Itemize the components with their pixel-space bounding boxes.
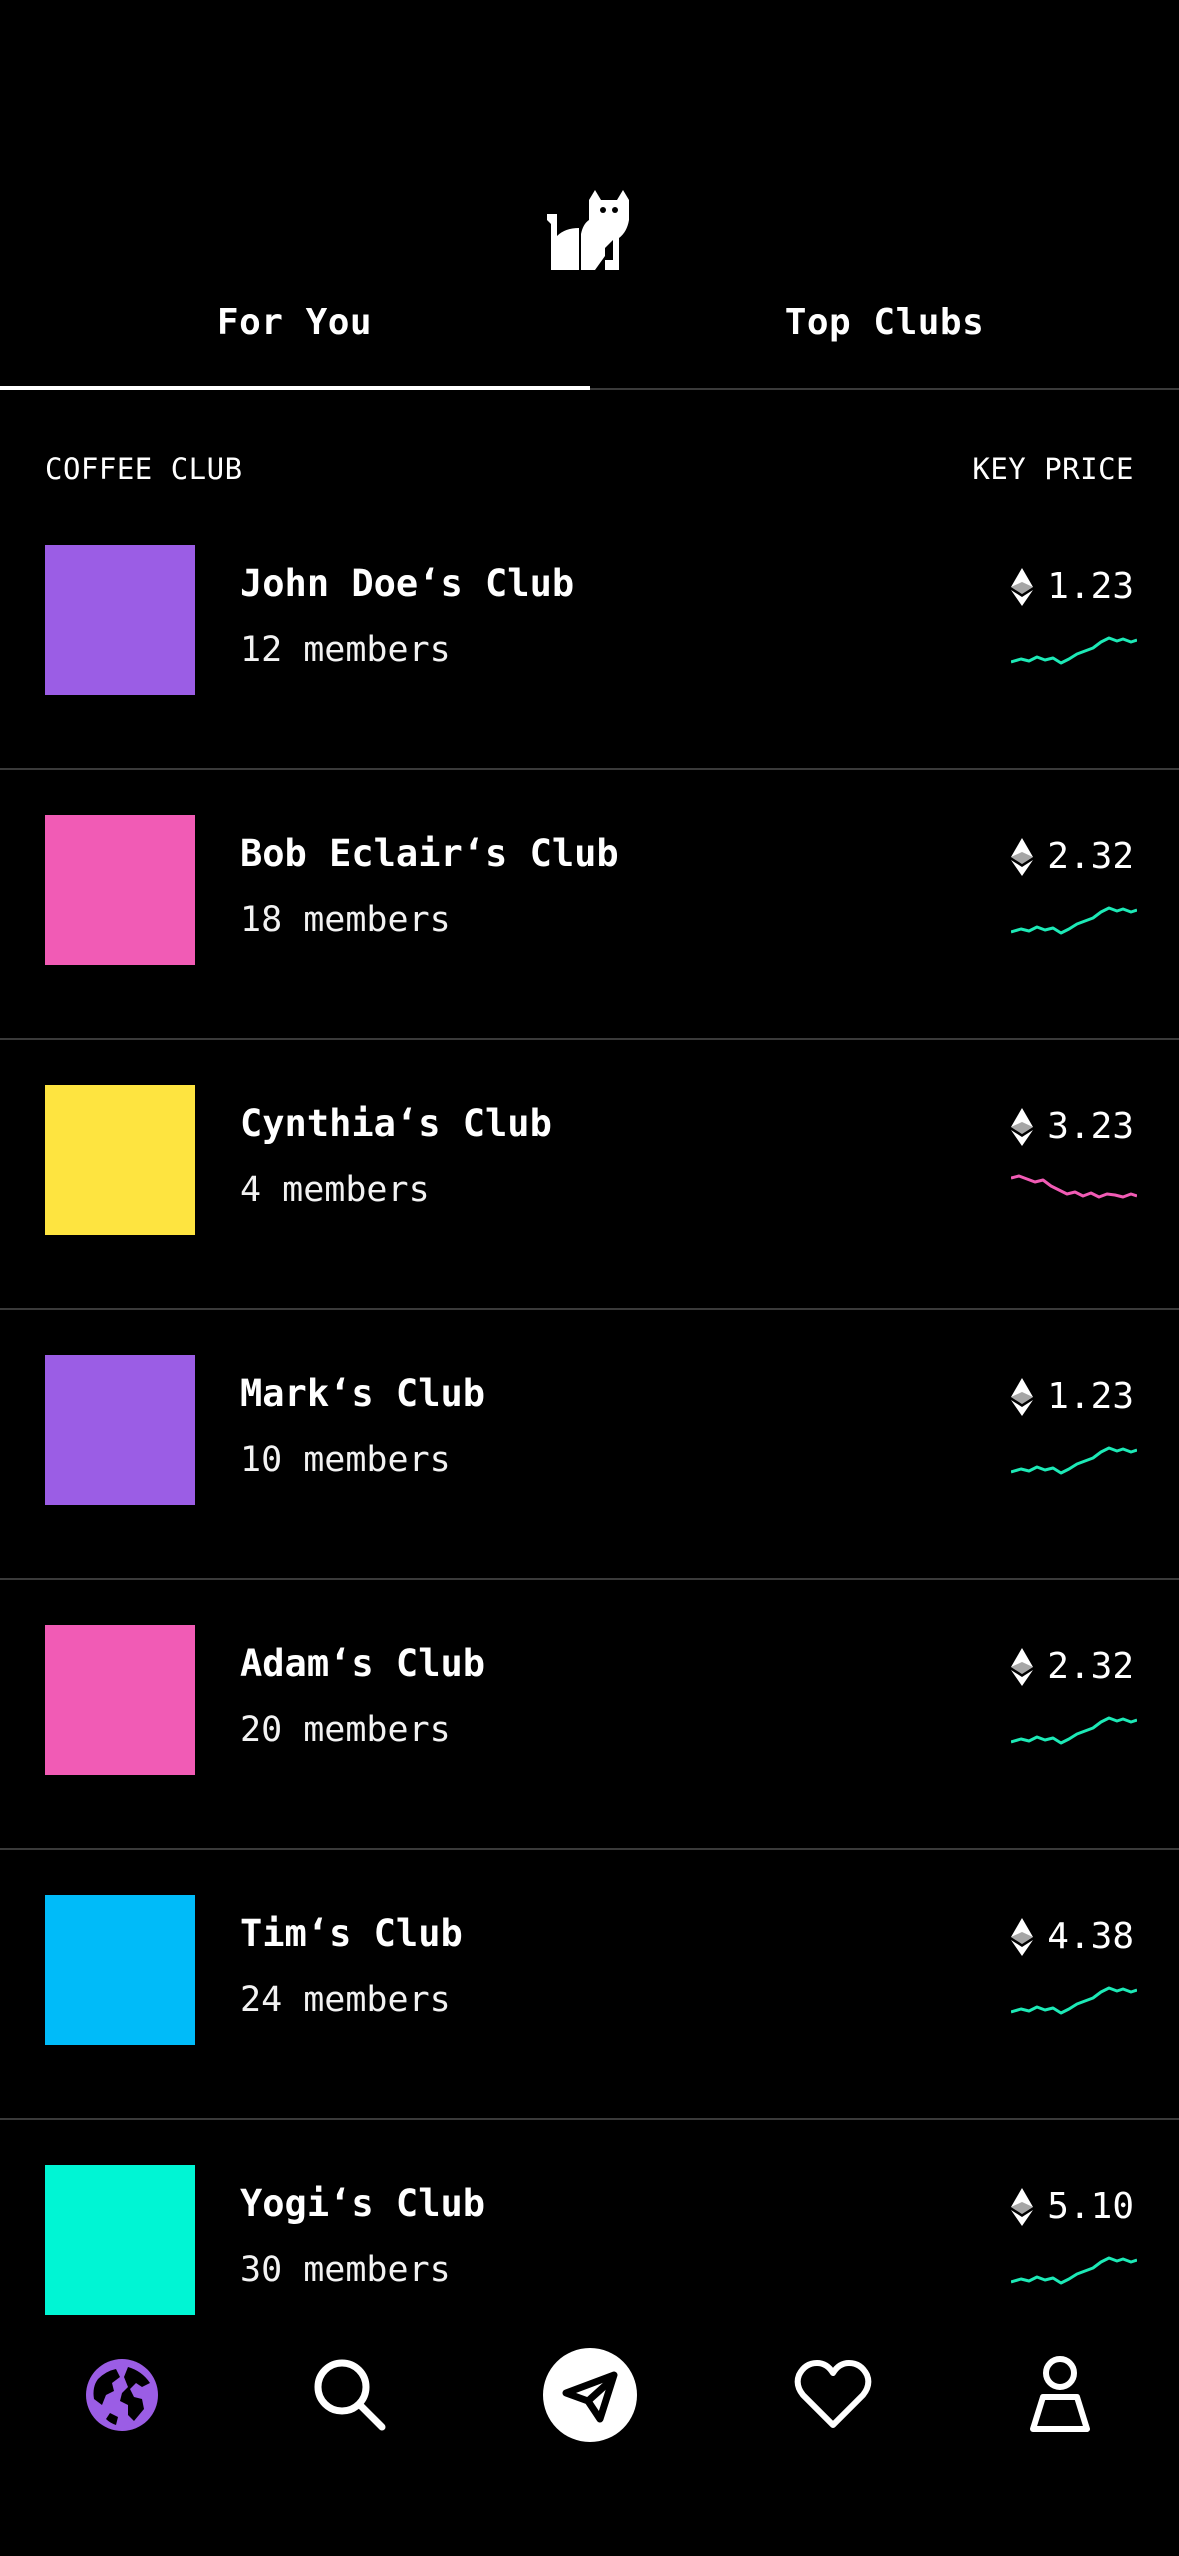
key-price-value: 3.23: [1047, 1106, 1134, 1147]
key-price-value: 2.32: [1047, 1646, 1134, 1687]
club-name: John Doe‘s Club: [240, 562, 575, 605]
ethereum-icon: [1011, 1647, 1034, 1686]
price-sparkline: [1011, 636, 1137, 665]
club-list: John Doe‘s Club 12 members 1.23 Bob Ecla…: [0, 500, 1179, 2315]
sparkline-path: [1011, 906, 1137, 935]
sparkline-path: [1011, 2256, 1137, 2285]
sparkline-path: [1011, 1174, 1137, 1199]
club-name: Cynthia‘s Club: [240, 1102, 552, 1145]
club-avatar: [45, 1085, 195, 1235]
club-members: 30 members: [240, 2250, 451, 2290]
bottom-nav: [0, 2315, 1179, 2556]
club-row[interactable]: Mark‘s Club 10 members 1.23: [0, 1310, 1179, 1580]
club-avatar: [45, 815, 195, 965]
cat-logo-icon: [547, 190, 629, 270]
club-members: 10 members: [240, 1440, 451, 1480]
key-price-value: 1.23: [1047, 1376, 1134, 1417]
list-header-club: COFFEE CLUB: [45, 452, 243, 486]
search-icon: [314, 2359, 386, 2431]
club-name: Mark‘s Club: [240, 1372, 486, 1415]
club-avatar: [45, 1625, 195, 1775]
profile-icon: [1030, 2356, 1090, 2432]
globe-icon: [86, 2359, 158, 2431]
club-name: Bob Eclair‘s Club: [240, 832, 619, 875]
price-sparkline: [1011, 1986, 1137, 2015]
club-name: Yogi‘s Club: [240, 2182, 486, 2225]
club-row[interactable]: Yogi‘s Club 30 members 5.10: [0, 2120, 1179, 2315]
nav-explore[interactable]: [72, 2345, 172, 2445]
ethereum-icon: [1011, 837, 1034, 876]
key-price: 1.23: [1011, 1376, 1134, 1417]
club-avatar: [45, 545, 195, 695]
club-row[interactable]: Cynthia‘s Club 4 members 3.23: [0, 1040, 1179, 1310]
club-row[interactable]: Tim‘s Club 24 members 4.38: [0, 1850, 1179, 2120]
club-name: Tim‘s Club: [240, 1912, 463, 1955]
nav-search[interactable]: [300, 2345, 400, 2445]
price-sparkline: [1011, 906, 1137, 935]
key-price: 1.23: [1011, 566, 1134, 607]
nav-favorites[interactable]: [783, 2345, 883, 2445]
club-row[interactable]: John Doe‘s Club 12 members 1.23: [0, 500, 1179, 770]
key-price-value: 4.38: [1047, 1916, 1134, 1957]
key-price-value: 5.10: [1047, 2186, 1134, 2227]
key-price: 2.32: [1011, 1646, 1134, 1687]
ethereum-icon: [1011, 1917, 1034, 1956]
ethereum-icon: [1011, 1377, 1034, 1416]
price-sparkline: [1011, 1174, 1137, 1199]
ethereum-icon: [1011, 1107, 1034, 1146]
club-avatar: [45, 2165, 195, 2315]
key-price-value: 1.23: [1047, 566, 1134, 607]
club-avatar: [45, 1895, 195, 2045]
tab-for-you[interactable]: For You: [0, 302, 589, 343]
club-members: 4 members: [240, 1170, 430, 1210]
key-price: 5.10: [1011, 2186, 1134, 2227]
send-icon: [543, 2348, 637, 2442]
key-price: 4.38: [1011, 1916, 1134, 1957]
club-members: 20 members: [240, 1710, 451, 1750]
nav-profile[interactable]: [1010, 2345, 1110, 2445]
sparkline-path: [1011, 1716, 1137, 1745]
key-price-value: 2.32: [1047, 836, 1134, 877]
active-tab-indicator: [0, 386, 590, 390]
tab-bar: For You Top Clubs: [0, 290, 1179, 390]
ethereum-icon: [1011, 567, 1034, 606]
sparkline-path: [1011, 1446, 1137, 1475]
club-avatar: [45, 1355, 195, 1505]
club-row[interactable]: Adam‘s Club 20 members 2.32: [0, 1580, 1179, 1850]
ethereum-icon: [1011, 2187, 1034, 2226]
club-row[interactable]: Bob Eclair‘s Club 18 members 2.32: [0, 770, 1179, 1040]
club-members: 24 members: [240, 1980, 451, 2020]
price-sparkline: [1011, 2256, 1137, 2285]
sparkline-path: [1011, 636, 1137, 665]
sparkline-path: [1011, 1986, 1137, 2015]
key-price: 2.32: [1011, 836, 1134, 877]
club-members: 12 members: [240, 630, 451, 670]
club-name: Adam‘s Club: [240, 1642, 486, 1685]
price-sparkline: [1011, 1716, 1137, 1745]
heart-icon: [794, 2360, 872, 2428]
club-members: 18 members: [240, 900, 451, 940]
list-header-price: KEY PRICE: [972, 452, 1134, 486]
price-sparkline: [1011, 1446, 1137, 1475]
key-price: 3.23: [1011, 1106, 1134, 1147]
tab-top-clubs[interactable]: Top Clubs: [590, 302, 1179, 343]
nav-send[interactable]: [540, 2345, 640, 2445]
